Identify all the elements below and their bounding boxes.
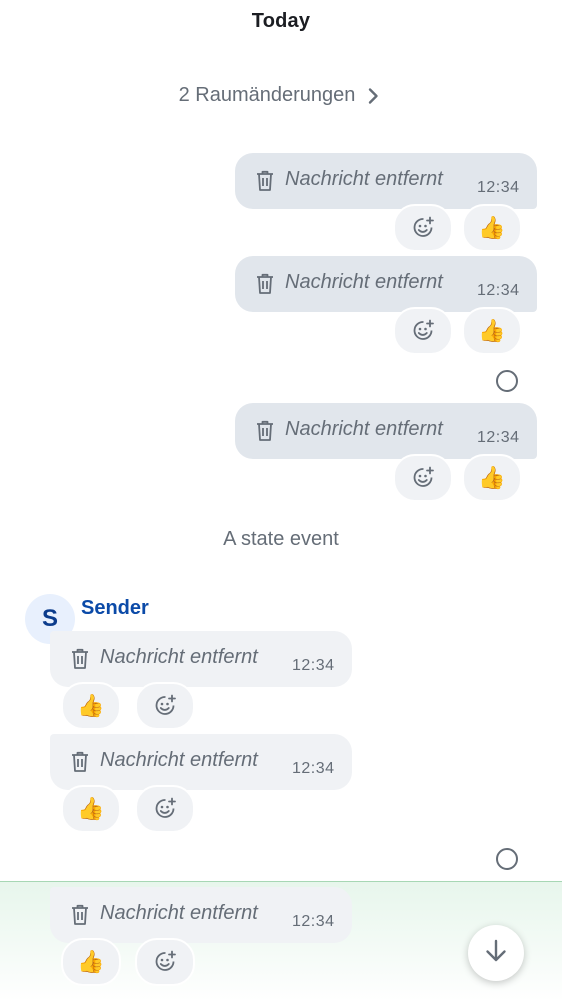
reaction-thumbs-up[interactable]: 👍 (61, 785, 121, 833)
add-reaction-icon (153, 797, 177, 821)
message-bubble[interactable]: Nachricht entfernt 12:34 (50, 734, 352, 790)
message-text: Nachricht entfernt (100, 749, 258, 771)
message-text: Nachricht entfernt (285, 271, 443, 293)
message-bubble[interactable]: Nachricht entfernt 12:34 (235, 256, 537, 312)
thumbs-up-emoji: 👍 (478, 215, 506, 240)
add-reaction-button[interactable] (393, 454, 453, 502)
message-timestamp: 12:34 (292, 913, 335, 930)
add-reaction-icon (153, 694, 177, 718)
message-bubble[interactable]: Nachricht entfernt 12:34 (235, 403, 537, 459)
message-timestamp: 12:34 (477, 282, 520, 299)
state-event: A state event (223, 528, 339, 550)
reaction-thumbs-up[interactable]: 👍 (61, 682, 121, 730)
message-bubble[interactable]: Nachricht entfernt 12:34 (50, 631, 352, 687)
add-reaction-button[interactable] (393, 204, 453, 252)
reaction-thumbs-up[interactable]: 👍 (462, 204, 522, 252)
message-bubble[interactable]: Nachricht entfernt 12:34 (235, 153, 537, 209)
room-changes-expander[interactable]: 2 Raumänderungen (0, 84, 562, 107)
add-reaction-button[interactable] (135, 682, 195, 730)
trash-icon (71, 751, 89, 778)
chevron-right-icon (363, 86, 383, 106)
trash-icon (256, 420, 274, 447)
add-reaction-button[interactable] (135, 785, 195, 833)
message-timestamp: 12:34 (292, 657, 335, 674)
room-changes-label: 2 Raumänderungen (178, 84, 356, 106)
message-text: Nachricht entfernt (100, 646, 258, 668)
date-separator: Today (251, 10, 311, 32)
sender-name[interactable]: Sender (81, 597, 149, 620)
message-text: Nachricht entfernt (285, 418, 443, 440)
scroll-to-bottom-button[interactable] (468, 925, 524, 981)
read-receipt-icon[interactable] (496, 370, 518, 392)
trash-icon (256, 273, 274, 300)
arrow-down-icon (483, 938, 509, 969)
thumbs-up-emoji: 👍 (77, 949, 105, 974)
thumbs-up-emoji: 👍 (478, 465, 506, 490)
read-receipt-icon[interactable] (496, 848, 518, 870)
add-reaction-icon (153, 950, 177, 974)
thumbs-up-emoji: 👍 (77, 693, 105, 718)
add-reaction-icon (411, 216, 435, 240)
reaction-thumbs-up[interactable]: 👍 (462, 307, 522, 355)
message-timestamp: 12:34 (477, 179, 520, 196)
message-text: Nachricht entfernt (285, 168, 443, 190)
reaction-thumbs-up[interactable]: 👍 (61, 938, 121, 986)
add-reaction-button[interactable] (135, 938, 195, 986)
add-reaction-button[interactable] (393, 307, 453, 355)
message-bubble[interactable]: Nachricht entfernt 12:34 (50, 887, 352, 943)
thumbs-up-emoji: 👍 (77, 796, 105, 821)
timeline: Today 2 Raumänderungen Nachricht entfern… (0, 0, 562, 1000)
add-reaction-icon (411, 319, 435, 343)
message-timestamp: 12:34 (292, 760, 335, 777)
message-timestamp: 12:34 (477, 429, 520, 446)
thumbs-up-emoji: 👍 (478, 318, 506, 343)
message-text: Nachricht entfernt (100, 902, 258, 924)
trash-icon (71, 904, 89, 931)
add-reaction-icon (411, 466, 435, 490)
reaction-thumbs-up[interactable]: 👍 (462, 454, 522, 502)
trash-icon (71, 648, 89, 675)
trash-icon (256, 170, 274, 197)
